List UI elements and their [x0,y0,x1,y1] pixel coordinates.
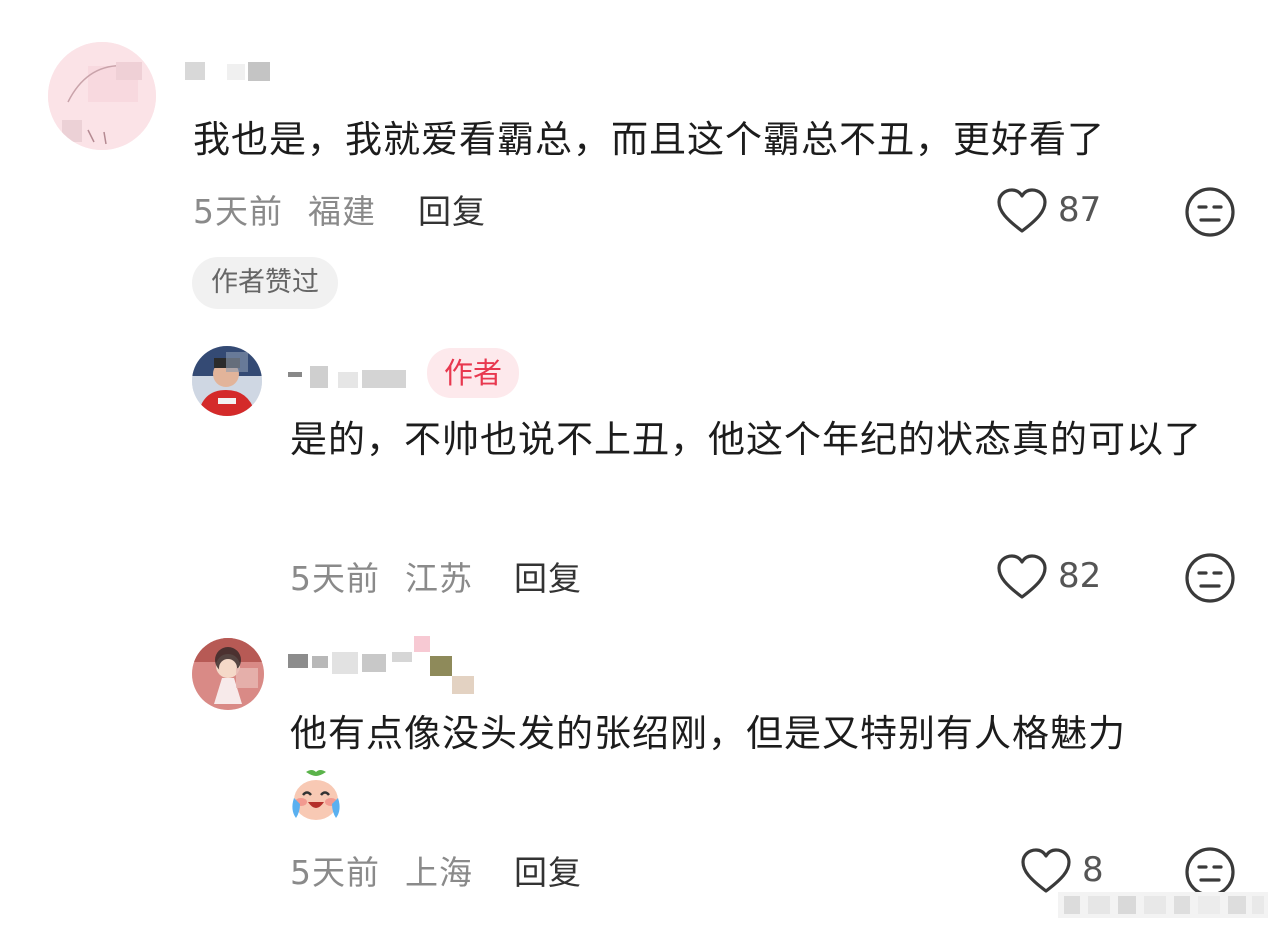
like-count: 8 [1082,850,1104,890]
author-badge: 作者 [427,348,520,398]
avatar-blurred-icon [48,42,156,150]
watermark-blurred-icon [1058,892,1268,918]
author-liked-tag: 作者赞过 [192,257,338,309]
like-button[interactable]: 82 [996,552,1108,604]
comment-location: 福建 [308,192,376,231]
watermark [1058,888,1268,922]
avatar[interactable] [192,638,264,710]
laughing-crying-emoji-icon [288,768,344,824]
comment-text: 是的，不帅也说不上丑，他这个年纪的状态真的可以了 [290,418,1202,461]
reply-button[interactable]: 回复 [514,846,582,894]
meh-face-icon [1185,553,1235,603]
comment-time: 5天前 [290,853,380,892]
avatar[interactable] [48,42,156,150]
username-blurred[interactable] [288,362,410,392]
heart-icon [997,554,1047,599]
username-blurred[interactable] [288,636,478,694]
comment-text: 他有点像没头发的张绍刚，但是又特别有人格魅力 [290,712,1126,755]
comment-location: 江苏 [405,559,473,598]
reply-button[interactable]: 回复 [418,185,486,233]
avatar-girl-icon [192,638,264,710]
dislike-button[interactable] [1184,186,1236,238]
comment-time: 5天前 [193,192,283,231]
reply-button[interactable]: 回复 [514,552,582,600]
avatar[interactable] [192,346,262,416]
username-blurred[interactable] [185,62,270,82]
comment-location: 上海 [405,853,473,892]
like-count: 82 [1058,556,1102,596]
heart-icon [997,188,1047,233]
meh-face-icon [1185,187,1235,237]
comment-time: 5天前 [290,559,380,598]
comment-text: 我也是，我就爱看霸总，而且这个霸总不丑，更好看了 [193,118,1105,161]
like-count: 87 [1058,190,1102,230]
like-button[interactable]: 87 [996,186,1108,238]
dislike-button[interactable] [1184,552,1236,604]
avatar-person-icon [192,346,262,416]
